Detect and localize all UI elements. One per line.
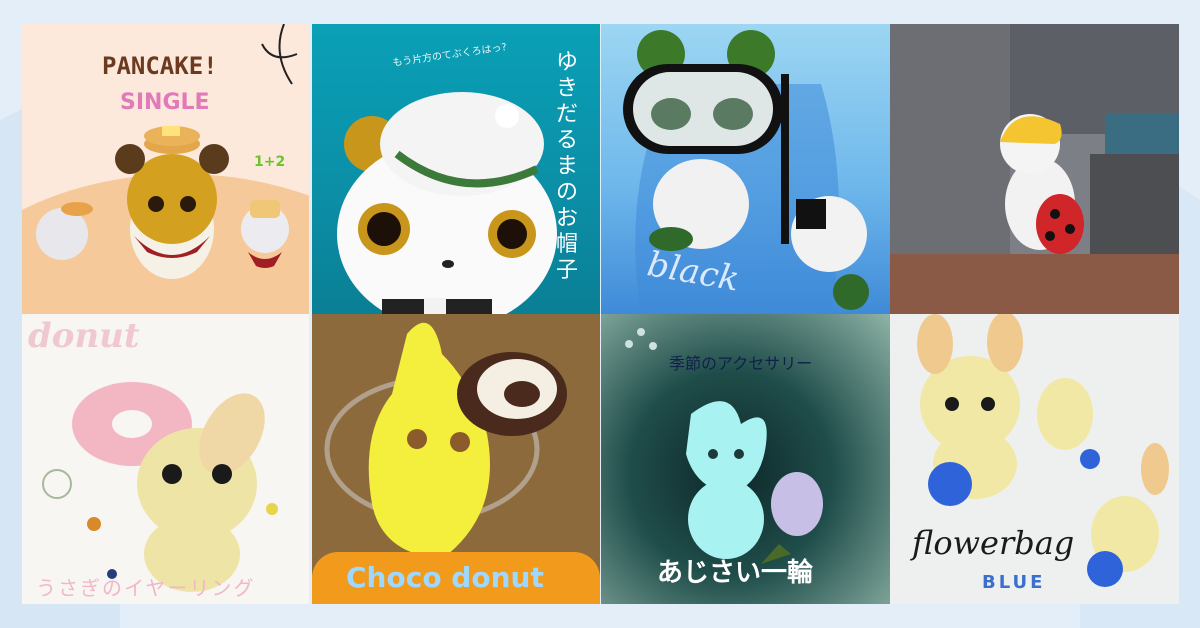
tile-snorkel[interactable]: black: [601, 24, 890, 314]
donut-caption: うさぎのイヤーリング: [36, 576, 256, 600]
pancake-subtitle: SINGLE: [120, 90, 210, 115]
choco-donut-caption: Choco donut: [346, 561, 544, 594]
pancake-badge: 1+2: [254, 154, 286, 170]
thumbnail-grid: PANCAKE! SINGLE 1+2 もう片方のてぶくろはっ? ゆきだるまのお…: [22, 24, 1179, 604]
tile-choco-donut[interactable]: Choco donut: [312, 314, 600, 604]
pancake-title: PANCAKE!: [102, 52, 218, 80]
ladybug-bag-illustration: [890, 24, 1179, 314]
snorkel-illustration: [623, 30, 869, 314]
tile-snowman-hat[interactable]: もう片方のてぶくろはっ? ゆきだるまのお帽子: [312, 24, 600, 314]
tile-donut-earring[interactable]: donut うさぎのイヤーリング: [22, 314, 309, 604]
flowerbag-caption: BLUE: [982, 572, 1046, 593]
tile-hydrangea[interactable]: 季節のアクセサリー あじさい一輪: [601, 314, 890, 604]
tile-flowerbag[interactable]: flowerbag BLUE: [890, 314, 1179, 604]
hydrangea-title: 季節のアクセサリー: [669, 354, 813, 373]
donut-bunny-illustration: [42, 382, 278, 592]
donut-title: donut: [28, 316, 140, 356]
snowman-hat-title: ゆきだるまのお帽子: [556, 50, 579, 283]
flowerbag-title: flowerbag: [912, 524, 1075, 562]
tile-ladybug-bag[interactable]: [890, 24, 1179, 314]
tile-pancake[interactable]: PANCAKE! SINGLE 1+2: [22, 24, 309, 314]
hydrangea-caption: あじさい一輪: [657, 558, 814, 588]
